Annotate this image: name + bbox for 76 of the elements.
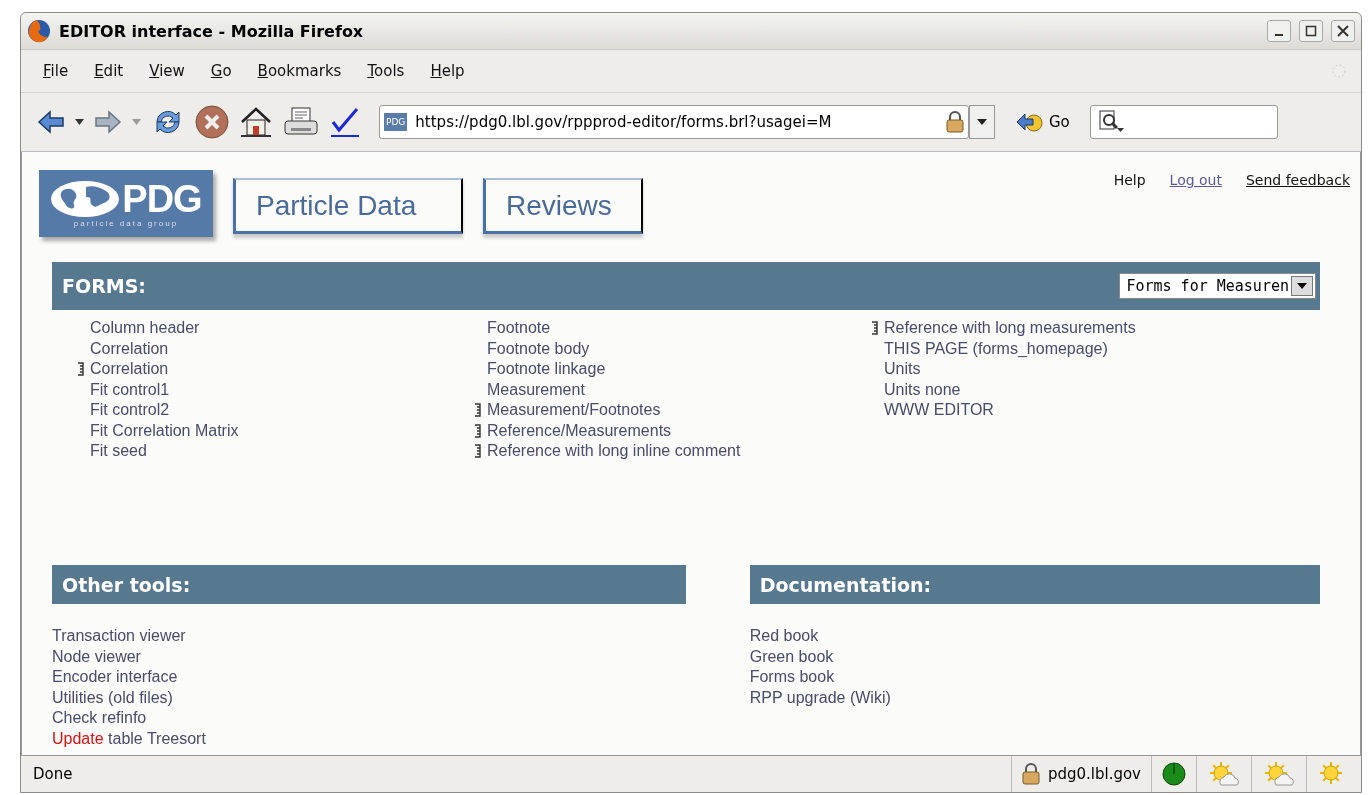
form-link[interactable]: Reference with long measurements bbox=[884, 319, 1136, 338]
menu-item[interactable]: Edit bbox=[84, 58, 134, 84]
form-link[interactable]: Fit seed bbox=[90, 442, 147, 461]
form-link[interactable]: Units bbox=[884, 360, 921, 379]
arrow-icon bbox=[1015, 111, 1043, 133]
padlock-icon bbox=[946, 111, 964, 133]
tool-link[interactable]: Update table Treesort bbox=[52, 729, 206, 748]
form-link[interactable]: Reference/Measurements bbox=[487, 421, 672, 440]
form-link[interactable]: Fit control1 bbox=[90, 380, 170, 399]
tool-link[interactable]: Transaction viewer bbox=[52, 627, 186, 646]
tool-link[interactable]: Encoder interface bbox=[52, 668, 178, 687]
form-link[interactable]: Measurement bbox=[487, 380, 585, 399]
window-title: EDITOR interface - Mozilla Firefox bbox=[59, 21, 365, 41]
header-link[interactable]: Send feedback bbox=[1245, 172, 1350, 188]
pdg-logo[interactable]: PDG particle data group bbox=[39, 170, 213, 237]
form-link[interactable]: THIS PAGE (forms_homepage) bbox=[884, 339, 1108, 358]
forward-button[interactable] bbox=[94, 110, 122, 134]
search-icon bbox=[1098, 110, 1125, 134]
back-menu-caret-icon[interactable] bbox=[75, 119, 84, 125]
tool-link[interactable]: Utilities (old files) bbox=[52, 688, 173, 707]
section-title: FORMS: bbox=[62, 275, 146, 297]
print-button[interactable] bbox=[283, 106, 319, 138]
status-host: pdg0.lbl.gov bbox=[1047, 765, 1141, 783]
menu-item[interactable]: Tools bbox=[357, 58, 415, 84]
form-link[interactable]: Correlation bbox=[90, 360, 169, 379]
nav-tab[interactable]: Particle Data bbox=[233, 178, 463, 234]
stop-button[interactable] bbox=[195, 105, 229, 139]
site-favicon: PDG bbox=[384, 113, 408, 131]
form-link[interactable]: Units none bbox=[884, 380, 961, 399]
form-link[interactable]: Footnote linkage bbox=[487, 360, 606, 379]
minimize-button[interactable] bbox=[1267, 20, 1291, 42]
tool-link[interactable]: Red book bbox=[749, 627, 819, 646]
form-link[interactable]: Fit Correlation Matrix bbox=[90, 421, 239, 440]
tool-link[interactable]: Forms book bbox=[749, 668, 835, 687]
form-link[interactable]: Correlation bbox=[90, 339, 169, 358]
firefox-icon bbox=[27, 19, 51, 43]
header-link[interactable]: Help bbox=[1113, 172, 1146, 188]
go-button[interactable]: Go bbox=[1005, 111, 1080, 133]
status-text: Done bbox=[32, 765, 74, 783]
tool-link[interactable]: Check refinfo bbox=[52, 709, 147, 728]
home-button[interactable] bbox=[239, 105, 273, 139]
menu-item[interactable]: Help bbox=[420, 58, 475, 84]
menu-item[interactable]: File bbox=[33, 58, 79, 84]
nav-tab[interactable]: Reviews bbox=[483, 178, 643, 234]
form-link[interactable]: Reference with long inline comment bbox=[487, 442, 741, 461]
form-link[interactable]: Footnote body bbox=[487, 339, 590, 358]
form-link[interactable]: WWW EDITOR bbox=[884, 401, 994, 420]
forms-dropdown[interactable]: Forms for Measuren bbox=[1119, 273, 1316, 299]
tool-link[interactable]: RPP upgrade (Wiki) bbox=[749, 688, 891, 707]
throbber-icon bbox=[1331, 63, 1347, 79]
menu-item[interactable]: Go bbox=[200, 58, 242, 84]
close-icon bbox=[1337, 25, 1349, 37]
header-link[interactable]: Log out bbox=[1169, 172, 1222, 188]
section-title: Other tools: bbox=[62, 573, 191, 596]
tool-link[interactable]: Node viewer bbox=[52, 647, 141, 666]
form-link[interactable]: Measurement/Footnotes bbox=[487, 401, 661, 420]
address-field[interactable]: PDG https://pdg0.lbl.gov/rppprod-editor/forms.brl?usagei=M bbox=[379, 105, 969, 139]
search-field[interactable] bbox=[1089, 105, 1278, 139]
menu-item[interactable]: Bookmarks bbox=[247, 58, 352, 84]
history-dropdown-button[interactable] bbox=[969, 105, 995, 139]
back-button[interactable] bbox=[37, 110, 65, 134]
form-link[interactable]: Footnote bbox=[487, 319, 551, 338]
tool-link[interactable]: Green book bbox=[749, 647, 834, 666]
section-title: Documentation: bbox=[759, 573, 932, 596]
caret-icon bbox=[1297, 283, 1307, 289]
maximize-button[interactable] bbox=[1299, 20, 1323, 42]
maximize-icon bbox=[1305, 25, 1317, 37]
minimize-icon bbox=[1275, 34, 1283, 36]
form-link[interactable]: Column header bbox=[90, 319, 200, 338]
status-indicator-icon[interactable] bbox=[1162, 762, 1186, 786]
form-link[interactable]: Fit control2 bbox=[90, 401, 170, 420]
menu-item[interactable]: View bbox=[139, 58, 195, 84]
spellcheck-button[interactable] bbox=[329, 106, 361, 138]
close-button[interactable] bbox=[1331, 20, 1355, 42]
caret-icon bbox=[977, 119, 987, 125]
padlock-icon bbox=[1021, 763, 1040, 785]
